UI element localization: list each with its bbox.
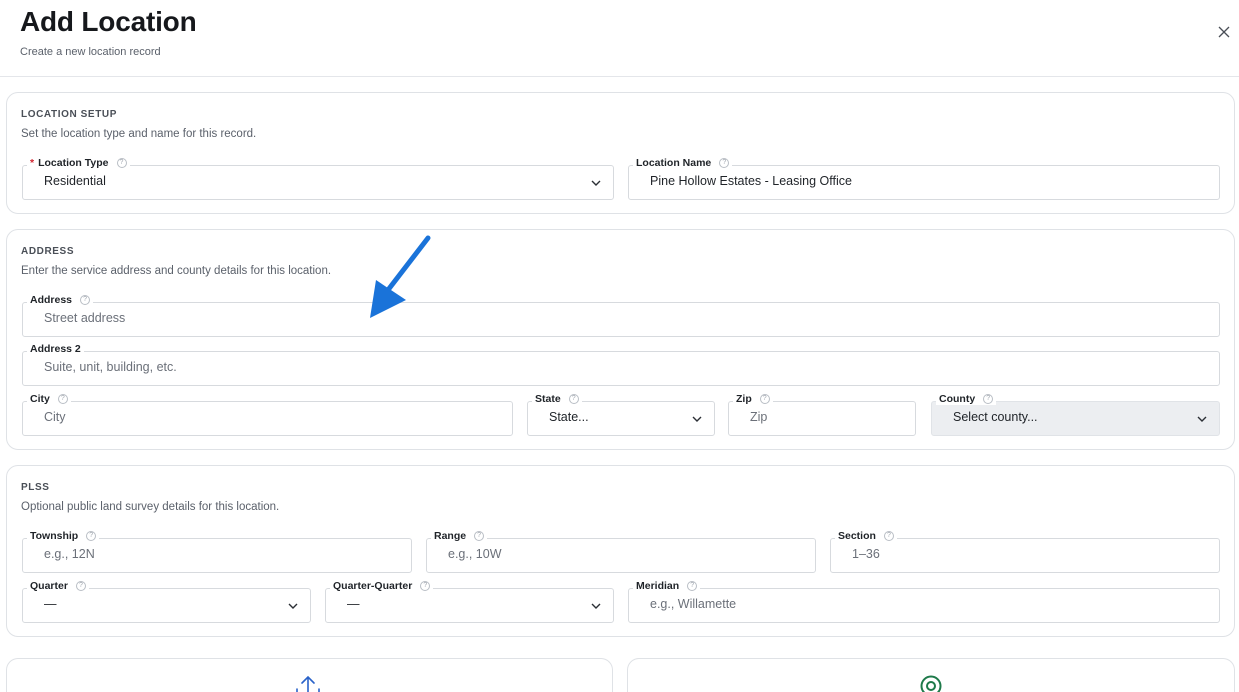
section-title: LOCATION SETUP	[21, 109, 117, 120]
chevron-down-icon	[692, 416, 702, 422]
location-type-label: * Location Type ?	[27, 157, 130, 169]
address2-placeholder: Suite, unit, building, etc.	[44, 360, 177, 374]
address-label: Address ?	[27, 294, 94, 306]
location-name-label: Location Name ?	[633, 157, 733, 169]
upload-arrow-icon	[296, 675, 320, 692]
city-placeholder: City	[44, 410, 66, 424]
county-select[interactable]: County ? Select county...	[931, 393, 1220, 436]
section-description: Enter the service address and county det…	[21, 265, 332, 277]
township-placeholder: e.g., 12N	[44, 547, 95, 561]
address-card: ADDRESS Enter the service address and co…	[6, 229, 1235, 450]
page-subtitle: Create a new location record	[20, 46, 161, 58]
location-name-value: Pine Hollow Estates - Leasing Office	[650, 174, 852, 188]
section-description: Optional public land survey details for …	[21, 501, 280, 513]
help-icon[interactable]: ?	[116, 158, 127, 168]
location-setup-card: LOCATION SETUP Set the location type and…	[6, 92, 1235, 214]
dialog-header: Add Location Create a new location recor…	[0, 0, 1239, 77]
help-icon[interactable]: ?	[883, 531, 894, 541]
meridian-input[interactable]: Meridian ? e.g., Willamette	[628, 580, 1220, 623]
quarter-label: Quarter ?	[27, 580, 89, 592]
help-icon[interactable]: ?	[983, 394, 994, 404]
required-mark: *	[30, 157, 35, 169]
location-name-input[interactable]: Location Name ? Pine Hollow Estates - Le…	[628, 157, 1220, 200]
location-type-select[interactable]: * Location Type ? Residential	[22, 157, 614, 200]
location-target-icon	[920, 675, 942, 692]
township-input[interactable]: Township ? e.g., 12N	[22, 530, 412, 573]
chevron-down-icon	[591, 180, 601, 186]
upload-card[interactable]	[6, 658, 613, 692]
county-label: County ?	[936, 393, 997, 405]
county-value: Select county...	[953, 410, 1038, 424]
help-icon[interactable]: ?	[568, 394, 579, 404]
help-icon[interactable]: ?	[57, 394, 68, 404]
quarter-value: —	[44, 597, 57, 611]
quarter-quarter-value: —	[347, 597, 360, 611]
close-icon[interactable]	[1214, 22, 1234, 42]
city-input[interactable]: City ? City	[22, 393, 513, 436]
range-input[interactable]: Range ? e.g., 10W	[426, 530, 816, 573]
chevron-down-icon	[1197, 416, 1207, 422]
help-icon[interactable]: ?	[687, 581, 698, 591]
section-title: PLSS	[21, 482, 50, 493]
help-icon[interactable]: ?	[719, 158, 730, 168]
help-icon[interactable]: ?	[759, 394, 770, 404]
help-icon[interactable]: ?	[420, 581, 431, 591]
zip-placeholder: Zip	[750, 410, 768, 424]
address-placeholder: Street address	[44, 311, 126, 325]
page-title: Add Location	[20, 6, 197, 37]
range-placeholder: e.g., 10W	[448, 547, 502, 561]
help-icon[interactable]: ?	[75, 581, 86, 591]
location-type-value: Residential	[44, 174, 106, 188]
meridian-label: Meridian ?	[633, 580, 701, 592]
zip-label: Zip ?	[733, 393, 773, 405]
address2-label: Address 2	[27, 343, 84, 355]
plss-card: PLSS Optional public land survey details…	[6, 465, 1235, 637]
location-pin-card[interactable]	[627, 658, 1235, 692]
section-placeholder: 1–36	[852, 547, 880, 561]
state-select[interactable]: State ? State...	[527, 393, 715, 436]
range-label: Range ?	[431, 530, 488, 542]
chevron-down-icon	[288, 603, 298, 609]
section-title: ADDRESS	[21, 246, 75, 257]
quarter-select[interactable]: Quarter ? —	[22, 580, 311, 623]
annotation-arrow-icon	[370, 235, 431, 318]
help-icon[interactable]: ?	[474, 531, 485, 541]
address2-input[interactable]: Address 2 Suite, unit, building, etc.	[22, 343, 1220, 386]
section-description: Set the location type and name for this …	[21, 128, 257, 140]
help-icon[interactable]: ?	[86, 531, 97, 541]
address-input[interactable]: Address ? Street address	[22, 294, 1220, 337]
state-label: State ?	[532, 393, 582, 405]
help-icon[interactable]: ?	[80, 295, 91, 305]
meridian-placeholder: e.g., Willamette	[650, 597, 737, 611]
zip-input[interactable]: Zip ? Zip	[728, 393, 916, 436]
quarter-quarter-select[interactable]: Quarter-Quarter ? —	[325, 580, 614, 623]
quarter-quarter-label: Quarter-Quarter ?	[330, 580, 434, 592]
section-input[interactable]: Section ? 1–36	[830, 530, 1220, 573]
chevron-down-icon	[591, 603, 601, 609]
section-label: Section ?	[835, 530, 897, 542]
township-label: Township ?	[27, 530, 100, 542]
state-value: State...	[549, 410, 589, 424]
city-label: City ?	[27, 393, 71, 405]
